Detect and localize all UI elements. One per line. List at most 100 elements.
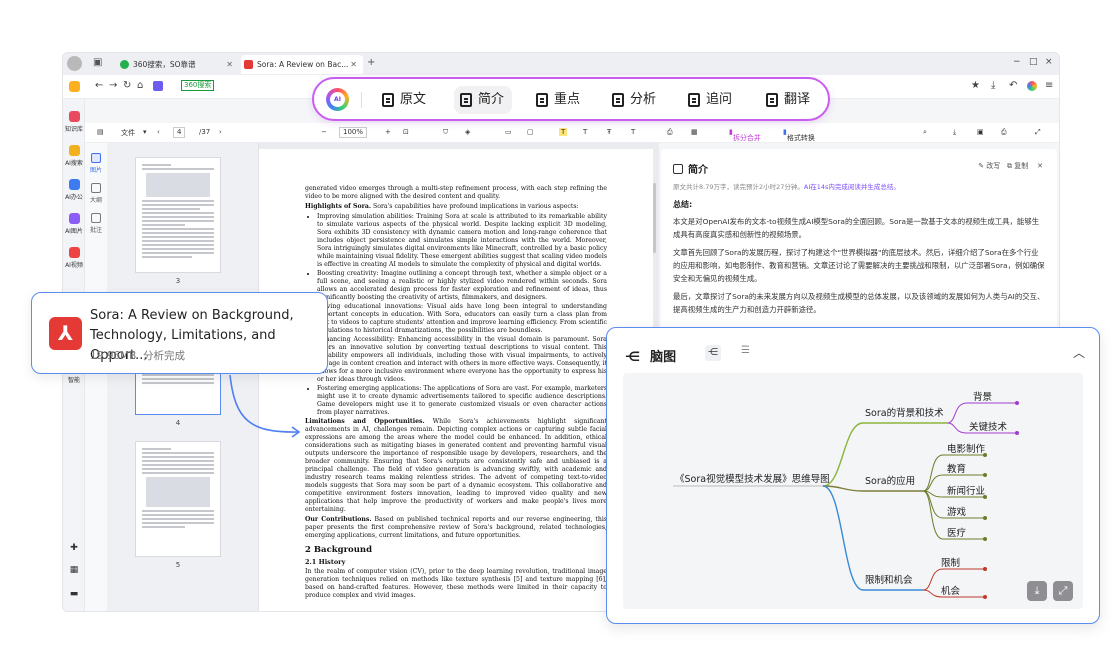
home-icon[interactable]: ⌂: [137, 80, 143, 91]
undo-icon[interactable]: ↶: [1009, 80, 1017, 91]
fill-tool-icon[interactable]: ◈: [465, 128, 470, 136]
tab-sora-pdf[interactable]: Sora: A Review on Bac... ✕: [241, 55, 363, 74]
extension-icon[interactable]: [153, 81, 163, 91]
avatar[interactable]: [67, 56, 82, 71]
prev-page-icon[interactable]: ‹: [157, 128, 160, 136]
close-window-button[interactable]: ×: [1045, 57, 1053, 67]
fullscreen-icon[interactable]: ⤢: [1035, 128, 1041, 137]
tab-annotations[interactable]: 批注: [85, 213, 107, 234]
subsection-heading: 2.1 History: [305, 558, 346, 566]
page-number-input[interactable]: 4: [173, 127, 186, 138]
download-icon[interactable]: ⤓: [991, 80, 995, 91]
ai-logo-icon[interactable]: AI: [326, 88, 349, 111]
rewrite-button[interactable]: ✎ 改写: [978, 162, 1000, 170]
highlight-text-icon[interactable]: T: [559, 128, 568, 136]
close-icon[interactable]: ✕: [1037, 162, 1043, 170]
tab-images[interactable]: 图片: [85, 153, 107, 174]
format-convert-label: 格式转换: [786, 134, 815, 142]
text-tool-icon[interactable]: T: [583, 128, 587, 136]
tab-follow-up[interactable]: 追问: [682, 86, 740, 114]
mindmap-leaf[interactable]: 背景: [973, 389, 992, 403]
mindmap-branch[interactable]: Sora的应用: [865, 473, 915, 487]
new-tab-button[interactable]: +: [367, 57, 375, 68]
strikethrough-icon[interactable]: Ŧ: [607, 128, 611, 136]
file-card[interactable]: ⅄ Sora: A Review on Background, Technolo…: [31, 292, 328, 374]
tab-summary[interactable]: 简介: [454, 86, 513, 114]
tab-label: 简介: [478, 92, 505, 107]
briefcase-icon[interactable]: ▬: [63, 589, 85, 599]
copy-button[interactable]: ⧉ 复制: [1007, 162, 1028, 170]
mindmap-leaf[interactable]: 医疗: [947, 525, 966, 539]
fit-page-icon[interactable]: ⊡: [403, 128, 409, 136]
sidebar-toggle-icon[interactable]: ▣: [93, 57, 102, 68]
note-icon[interactable]: ▭: [505, 128, 512, 136]
mindmap-leaf[interactable]: 游戏: [947, 504, 966, 518]
zoom-select[interactable]: 100%: [339, 127, 368, 138]
tab-translate[interactable]: 翻译: [760, 86, 818, 114]
menu-icon[interactable]: ≡: [1045, 80, 1053, 91]
close-icon[interactable]: ✕: [350, 55, 357, 74]
tab-outline[interactable]: 大纲: [85, 183, 107, 204]
mindmap-leaf[interactable]: 电影制作: [947, 441, 985, 455]
url-badge[interactable]: 360搜索: [181, 80, 215, 91]
tab-original[interactable]: 原文: [376, 86, 434, 114]
mindmap-leaf[interactable]: 教育: [947, 461, 966, 475]
chevron-up-icon[interactable]: ︿: [1073, 344, 1085, 361]
screenshot-icon[interactable]: ▦: [691, 128, 698, 136]
sidebar-item-ai-video[interactable]: AI视频: [63, 247, 85, 269]
layout-icon[interactable]: ▤: [97, 128, 104, 136]
split-merge-button[interactable]: ▮ 拆分合并: [729, 128, 761, 142]
page-thumbnail[interactable]: [135, 441, 221, 557]
mindmap-leaf[interactable]: 限制: [941, 555, 960, 569]
home-badge-icon[interactable]: [69, 81, 80, 92]
mindmap-canvas[interactable]: 《Sora视觉模型技术发展》思维导图 Sora的背景和技术 背景 关键技术 So…: [623, 373, 1083, 609]
page-thumbnail[interactable]: [135, 157, 221, 273]
tree-view-icon[interactable]: ⋲: [705, 345, 721, 361]
maximize-button[interactable]: □: [1029, 57, 1038, 67]
zoom-in-icon[interactable]: +: [385, 128, 391, 136]
zoom-out-icon[interactable]: −: [321, 128, 327, 136]
mindmap-root[interactable]: 《Sora视觉模型技术发展》思维导图: [675, 471, 830, 485]
pdf-scrollbar[interactable]: [653, 183, 656, 253]
puzzle-icon[interactable]: ✚: [63, 543, 85, 553]
reload-icon[interactable]: ↻: [123, 80, 131, 91]
mindmap-branch[interactable]: 限制和机会: [865, 572, 913, 586]
file-menu-chevron-icon[interactable]: ▾: [143, 128, 147, 136]
sidebar-item-smart[interactable]: 智能: [63, 375, 85, 384]
grid-icon[interactable]: ▦: [63, 565, 85, 575]
pdf-viewer[interactable]: generated video emerges through a multi-…: [259, 143, 659, 611]
expand-icon[interactable]: ⤢: [1053, 581, 1073, 601]
list-view-icon[interactable]: ☰: [741, 345, 750, 356]
print-doc-icon[interactable]: ⎙: [1001, 128, 1007, 137]
print-icon[interactable]: ⎙: [667, 128, 673, 137]
summary-paragraph: 本文是对OpenAI发布的文本-to视频生成AI模型Sora的全面回顾。Sora…: [673, 217, 1040, 239]
mindmap-branch[interactable]: Sora的背景和技术: [865, 405, 944, 419]
mindmap-leaf[interactable]: 新闻行业: [947, 483, 985, 497]
format-convert-button[interactable]: ▮ 格式转换: [783, 128, 815, 142]
close-icon[interactable]: ✕: [226, 55, 233, 74]
back-icon[interactable]: ←: [95, 80, 103, 91]
download-pdf-icon[interactable]: ⤓: [953, 128, 956, 137]
comment-icon[interactable]: ▢: [527, 128, 534, 136]
ai-logo-icon[interactable]: [1027, 81, 1037, 91]
forward-icon[interactable]: →: [109, 80, 117, 91]
mindmap-leaf[interactable]: 机会: [941, 583, 960, 597]
tab-key-points[interactable]: 重点: [530, 86, 588, 114]
next-page-icon[interactable]: ›: [219, 128, 222, 136]
tab-analysis[interactable]: 分析: [606, 86, 664, 114]
download-icon[interactable]: ⤓: [1027, 581, 1047, 601]
file-menu[interactable]: 文件: [121, 128, 135, 138]
star-icon[interactable]: ★: [971, 80, 980, 91]
sidebar-item-knowledge[interactable]: 知识库: [63, 111, 85, 133]
tab-360-search[interactable]: 360搜索，SO靠谱 ✕: [117, 55, 239, 74]
mindmap-leaf[interactable]: 关键技术: [969, 419, 1007, 433]
save-icon[interactable]: ▣: [977, 128, 984, 136]
select-tool-icon[interactable]: ⛉: [443, 128, 448, 137]
text-box-icon[interactable]: T: [631, 128, 635, 136]
minimize-button[interactable]: −: [1013, 57, 1021, 67]
sidebar-item-ai-search[interactable]: AI搜索: [63, 145, 85, 167]
search-icon[interactable]: ⌕: [923, 128, 927, 137]
sidebar-item-ai-image[interactable]: AI图片: [63, 213, 85, 235]
sidebar-item-ai-office[interactable]: AI办公: [63, 179, 85, 201]
file-meta: 19.96MB 分析完成: [90, 348, 185, 363]
